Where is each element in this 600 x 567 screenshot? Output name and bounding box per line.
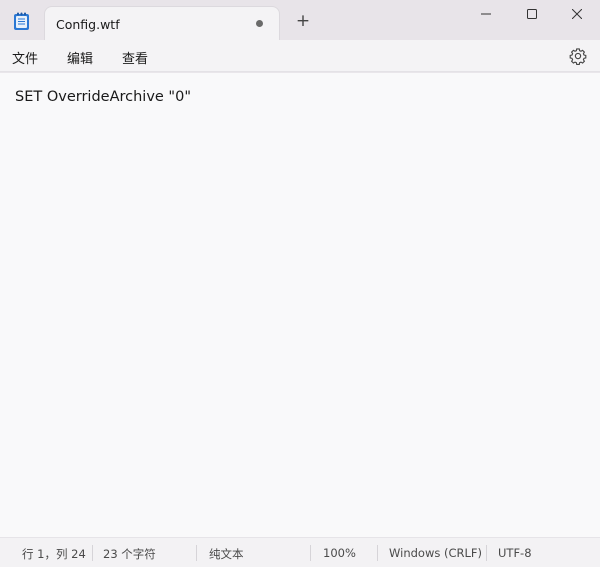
encoding[interactable]: UTF-8 [498, 546, 532, 560]
settings-button[interactable] [569, 47, 587, 66]
status-divider [310, 545, 311, 561]
line-ending[interactable]: Windows (CRLF) [389, 546, 482, 560]
zoom-level[interactable]: 100% [323, 546, 356, 560]
tab-title: Config.wtf [56, 17, 120, 32]
title-bar: Config.wtf + [0, 0, 600, 42]
status-bar: 行 1，列 24 23 个字符 纯文本 100% Windows (CRLF) … [0, 537, 600, 567]
editor-content[interactable]: SET OverrideArchive "0" [15, 89, 191, 105]
status-divider [486, 545, 487, 561]
status-divider [92, 545, 93, 561]
close-icon [572, 9, 582, 19]
new-tab-button[interactable]: + [293, 11, 313, 31]
unsaved-dot-icon[interactable] [256, 20, 263, 27]
cursor-position: 行 1，列 24 [22, 547, 86, 561]
gear-icon [569, 48, 587, 66]
status-divider [196, 545, 197, 561]
menu-file[interactable]: 文件 [12, 48, 38, 67]
minimize-icon [481, 13, 491, 15]
close-button[interactable] [554, 0, 600, 28]
status-divider [377, 545, 378, 561]
menu-view[interactable]: 查看 [122, 48, 148, 67]
text-format[interactable]: 纯文本 [209, 546, 244, 562]
text-editor[interactable]: SET OverrideArchive "0" [0, 73, 600, 537]
tab-config[interactable]: Config.wtf [44, 6, 280, 42]
character-count: 23 个字符 [103, 547, 156, 561]
menu-bar: 文件 编辑 查看 [0, 40, 600, 72]
maximize-button[interactable] [509, 0, 555, 28]
maximize-icon [527, 9, 537, 19]
menu-edit[interactable]: 编辑 [67, 48, 93, 67]
minimize-button[interactable] [463, 0, 509, 28]
notepad-icon [13, 12, 30, 31]
